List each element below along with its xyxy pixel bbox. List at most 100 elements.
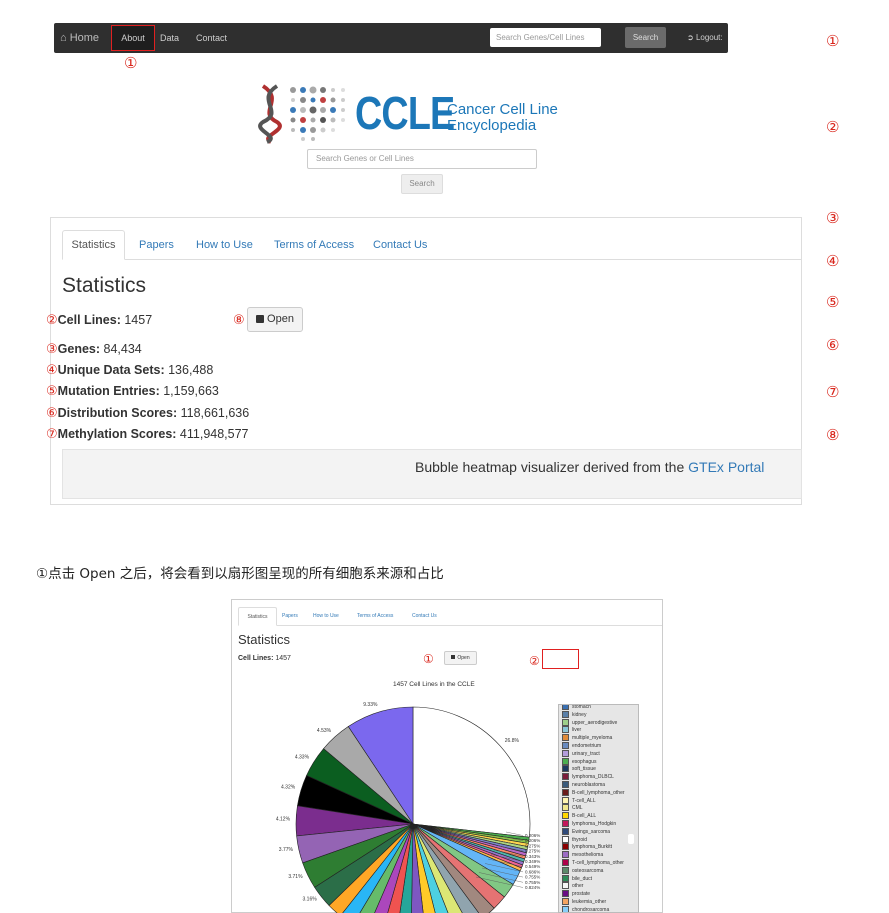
legend-label: leukemia_other bbox=[572, 898, 607, 905]
tab-divider bbox=[62, 259, 802, 260]
cell-lines-stat-small: Cell Lines: 1457 bbox=[238, 655, 291, 662]
open-icon-small bbox=[451, 655, 456, 659]
legend-item: soft_tissue bbox=[562, 765, 596, 773]
stat-value: 84,434 bbox=[103, 342, 142, 356]
tab-statistics[interactable]: Statistics bbox=[62, 230, 125, 260]
legend-label: bile_duct bbox=[572, 875, 593, 882]
legend-swatch bbox=[562, 890, 569, 898]
legend-swatch bbox=[562, 905, 569, 912]
legend-label: thyroid bbox=[572, 836, 588, 843]
right-marker-2: ② bbox=[826, 118, 840, 136]
stat-cell-lines: ②Cell Lines: 1457 bbox=[46, 313, 152, 328]
legend-item: chondrosarcoma bbox=[562, 905, 610, 913]
nav-contact-link[interactable]: Contact bbox=[196, 23, 227, 53]
about-marker: ① bbox=[124, 54, 138, 72]
legend-item: leukemia_other bbox=[562, 898, 606, 906]
tab-papers-small[interactable]: Papers bbox=[282, 613, 298, 619]
legend-swatch bbox=[562, 874, 569, 882]
tab-contact-us[interactable]: Contact Us bbox=[373, 239, 427, 251]
open-button-small-label: Open bbox=[457, 655, 470, 661]
legend-swatch bbox=[562, 726, 569, 734]
legend-swatch bbox=[562, 705, 569, 710]
stat-mutation-entries: ⑤Mutation Entries: 1,159,663 bbox=[46, 384, 219, 399]
nav-home-link[interactable]: ⌂ Home bbox=[60, 23, 99, 53]
legend-swatch bbox=[562, 710, 569, 718]
logout-icon: ➲ bbox=[687, 33, 696, 42]
open-marker: ⑧ bbox=[233, 313, 245, 328]
tab-contact-small[interactable]: Contact Us bbox=[412, 613, 437, 619]
legend-item: osteosarcoma bbox=[562, 866, 603, 875]
stat-marker: ③ bbox=[46, 342, 58, 357]
legend-label: chondrosarcoma bbox=[572, 906, 610, 913]
legend-swatch bbox=[562, 742, 569, 749]
legend-item: CML bbox=[562, 804, 583, 812]
legend-swatch bbox=[562, 882, 569, 890]
pie-slice bbox=[412, 706, 531, 838]
stat-label: Cell Lines: bbox=[57, 313, 121, 327]
pie-small-label: 0.824% bbox=[525, 885, 540, 890]
hero-search-button[interactable]: Search bbox=[401, 174, 443, 194]
stat-value: 411,948,577 bbox=[179, 427, 249, 441]
cell-lines-value: 1457 bbox=[275, 655, 291, 662]
legend-swatch bbox=[562, 827, 569, 835]
legend-swatch bbox=[562, 843, 569, 851]
nav-data-link[interactable]: Data bbox=[160, 23, 179, 53]
legend-item: liver bbox=[562, 726, 581, 734]
legend-swatch bbox=[562, 757, 569, 765]
hero-search-input[interactable]: Search Genes or Cell Lines bbox=[307, 149, 537, 169]
tab-papers[interactable]: Papers bbox=[139, 239, 174, 251]
legend-swatch bbox=[562, 796, 569, 804]
statistics-heading-small: Statistics bbox=[238, 632, 291, 647]
ccle-logo-graphic bbox=[258, 84, 345, 144]
pie-chart: 26.8% 9.33% 4.53% 4.33% 4.32% 4.12% 3.77% 3.71%… bbox=[276, 702, 540, 913]
logout-label: Logout: bbox=[695, 33, 723, 42]
nav-search-button[interactable]: Search bbox=[625, 27, 666, 48]
tab-divider-small bbox=[238, 625, 662, 626]
legend-item: B-cell_lymphoma_other bbox=[562, 788, 625, 797]
nav-about-link[interactable]: About bbox=[111, 25, 155, 51]
tab-how-to-use[interactable]: How to Use bbox=[196, 239, 253, 251]
stat-label: Unique Data Sets: bbox=[57, 363, 165, 377]
tab-terms-of-access[interactable]: Terms of Access bbox=[274, 239, 354, 251]
right-marker-8: ⑧ bbox=[826, 426, 840, 444]
legend-swatch bbox=[562, 718, 569, 726]
legend-swatch bbox=[562, 859, 569, 866]
nav-search-input[interactable]: Search Genes/Cell Lines bbox=[490, 28, 601, 47]
legend-item: esophagus bbox=[562, 757, 597, 766]
tab-terms-small[interactable]: Terms of Access bbox=[357, 613, 393, 619]
tab-how-to-use-small[interactable]: How to Use bbox=[313, 613, 339, 619]
tab-statistics-small[interactable]: Statistics bbox=[238, 607, 277, 626]
legend-label: T-cell_ALL bbox=[572, 797, 596, 804]
legend-scrollbar[interactable] bbox=[628, 834, 634, 844]
top-navbar: ⌂ Home About Data Contact Search Genes/C… bbox=[54, 23, 728, 53]
pie-data-label: 4.53% bbox=[317, 728, 332, 734]
legend-swatch bbox=[562, 734, 569, 742]
legend-label: endometrium bbox=[572, 742, 602, 749]
legend-label: prostate bbox=[572, 891, 591, 898]
gtex-portal-link[interactable]: GTEx Portal bbox=[688, 459, 764, 475]
stat-methylation-scores: ⑦Methylation Scores: 411,948,577 bbox=[46, 427, 249, 442]
open-button[interactable]: Open bbox=[247, 307, 303, 332]
legend-item: urinary_tract bbox=[562, 749, 600, 758]
legend-label: Ewings_sarcoma bbox=[572, 828, 611, 835]
legend-label: esophagus bbox=[572, 758, 597, 765]
legend-label: T-cell_lymphoma_other bbox=[572, 859, 624, 866]
open-icon bbox=[256, 315, 265, 323]
open-button-small[interactable]: Open bbox=[444, 651, 477, 665]
logout-link[interactable]: ➲ Logout: bbox=[687, 23, 723, 53]
legend-swatch bbox=[562, 851, 569, 859]
legend-item: multiple_myeloma bbox=[562, 734, 612, 742]
pie-data-label: 3.16% bbox=[303, 897, 318, 903]
legend-label: mesothelioma bbox=[572, 852, 604, 859]
legend-label: lymphoma_Hodgkin bbox=[572, 820, 617, 827]
box-marker: ② bbox=[529, 654, 540, 668]
open-marker-small: ① bbox=[423, 652, 434, 666]
stat-value: 1,159,663 bbox=[163, 384, 219, 398]
dna-helix-icon bbox=[258, 84, 282, 144]
legend-label: liver bbox=[572, 727, 582, 734]
pie-data-label: 26.8% bbox=[505, 738, 520, 744]
stat-marker: ⑤ bbox=[46, 384, 58, 399]
stat-label: Mutation Entries: bbox=[57, 384, 160, 398]
legend-item: kidney bbox=[562, 710, 586, 719]
legend-item: prostate bbox=[562, 890, 590, 898]
